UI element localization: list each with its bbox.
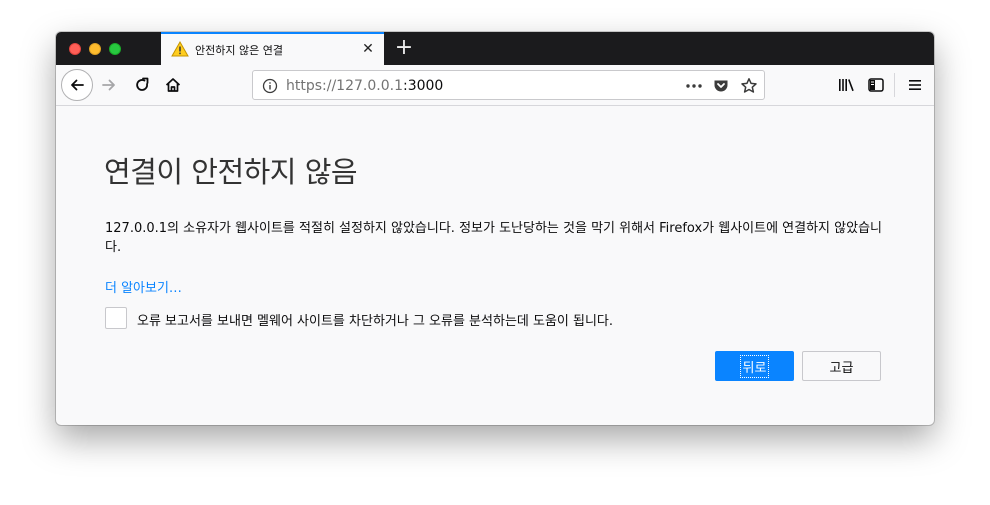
report-checkbox-label: 오류 보고서를 보내면 멜웨어 사이트를 차단하거나 그 오류를 분석하는데 도… bbox=[137, 314, 614, 329]
plus-icon[interactable]: + bbox=[393, 36, 415, 60]
url-prefix: https://127.0.0.1 bbox=[286, 78, 403, 94]
pocket-shape bbox=[714, 80, 728, 92]
error-description: 127.0.0.1의 소유자가 웹사이트를 적절히 설정하지 않았습니다. 정보… bbox=[105, 221, 882, 255]
url-port: :3000 bbox=[402, 78, 444, 94]
home-button[interactable] bbox=[159, 71, 187, 99]
more-dots bbox=[686, 84, 702, 88]
reload-icon bbox=[136, 77, 149, 91]
forward-button[interactable] bbox=[95, 71, 123, 99]
sidebar-shape bbox=[868, 78, 884, 92]
home-icon bbox=[165, 78, 181, 92]
more-icon[interactable] bbox=[683, 75, 705, 97]
library-shape bbox=[839, 79, 854, 92]
warning-icon bbox=[171, 41, 189, 57]
error-page: 연결이 안전하지 않음 127.0.0.1의 소유자가 웹사이트를 적절히 설정… bbox=[56, 107, 934, 425]
pocket-icon[interactable] bbox=[710, 75, 732, 97]
url-bar[interactable]: https://127.0.0.1:3000 bbox=[252, 70, 765, 100]
tab-title: 안전하지 않은 연결 bbox=[195, 44, 283, 57]
toolbar-divider bbox=[894, 73, 895, 97]
back-arrow-icon bbox=[71, 79, 84, 91]
tab-bar: 안전하지 않은 연결 ✕ + bbox=[56, 32, 934, 65]
library-icon[interactable] bbox=[832, 71, 860, 99]
close-icon[interactable]: ✕ bbox=[360, 41, 376, 57]
advanced-button[interactable]: 고급 bbox=[802, 351, 881, 381]
sidebar-icon[interactable] bbox=[862, 71, 890, 99]
info-icon[interactable] bbox=[261, 77, 279, 95]
page-title: 연결이 안전하지 않음 bbox=[104, 155, 358, 189]
go-back-label: 뒤로 bbox=[739, 354, 770, 378]
nav-toolbar: https://127.0.0.1:3000 bbox=[56, 65, 934, 106]
window-maximize-button[interactable] bbox=[109, 43, 121, 55]
reload-button[interactable] bbox=[128, 71, 156, 99]
learn-more-link[interactable]: 더 알아보기… bbox=[105, 277, 182, 296]
window-close-button[interactable] bbox=[69, 43, 81, 55]
star-shape bbox=[741, 78, 757, 93]
window-minimize-button[interactable] bbox=[89, 43, 101, 55]
url-text[interactable]: https://127.0.0.1:3000 bbox=[286, 78, 443, 94]
menu-icon[interactable] bbox=[901, 71, 929, 99]
report-checkbox[interactable] bbox=[105, 307, 127, 329]
back-button[interactable] bbox=[61, 69, 93, 101]
tab-active[interactable]: 안전하지 않은 연결 ✕ bbox=[161, 32, 384, 65]
menu-shape bbox=[909, 80, 921, 90]
star-icon[interactable] bbox=[738, 75, 760, 97]
go-back-button[interactable]: 뒤로 bbox=[715, 351, 794, 381]
browser-window: 안전하지 않은 연결 ✕ + https://127.0.0.1:3000 연결… bbox=[56, 32, 934, 425]
forward-arrow-icon bbox=[102, 79, 115, 91]
